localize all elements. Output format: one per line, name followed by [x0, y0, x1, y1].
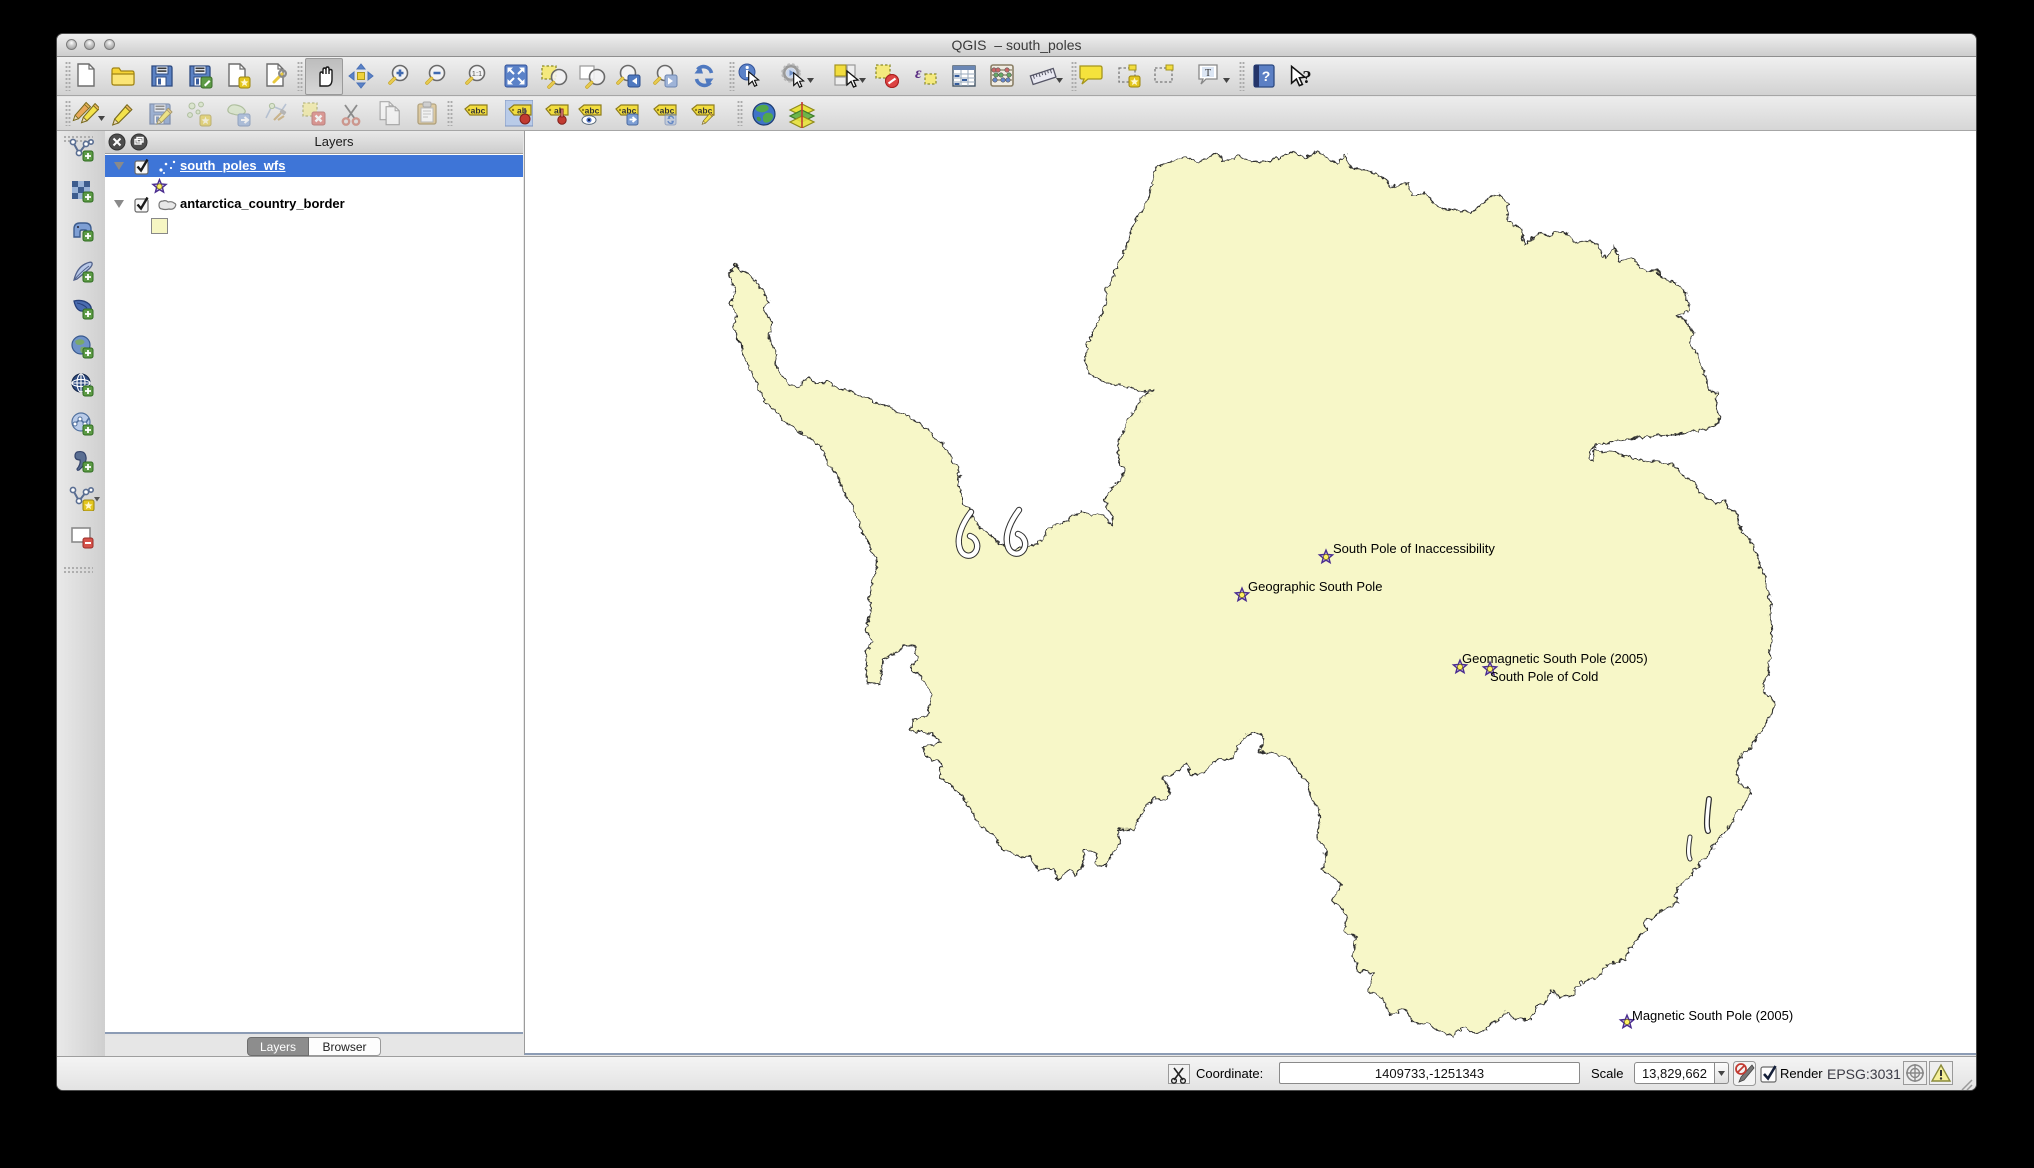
- svg-text:T: T: [1205, 68, 1211, 79]
- svg-text:ε: ε: [915, 65, 922, 82]
- svg-text:1:1: 1:1: [472, 69, 482, 78]
- svg-text:?: ?: [1303, 67, 1312, 87]
- svg-text:?: ?: [1262, 68, 1271, 84]
- svg-text:abc: abc: [471, 106, 486, 116]
- svg-text:abc: abc: [585, 106, 600, 116]
